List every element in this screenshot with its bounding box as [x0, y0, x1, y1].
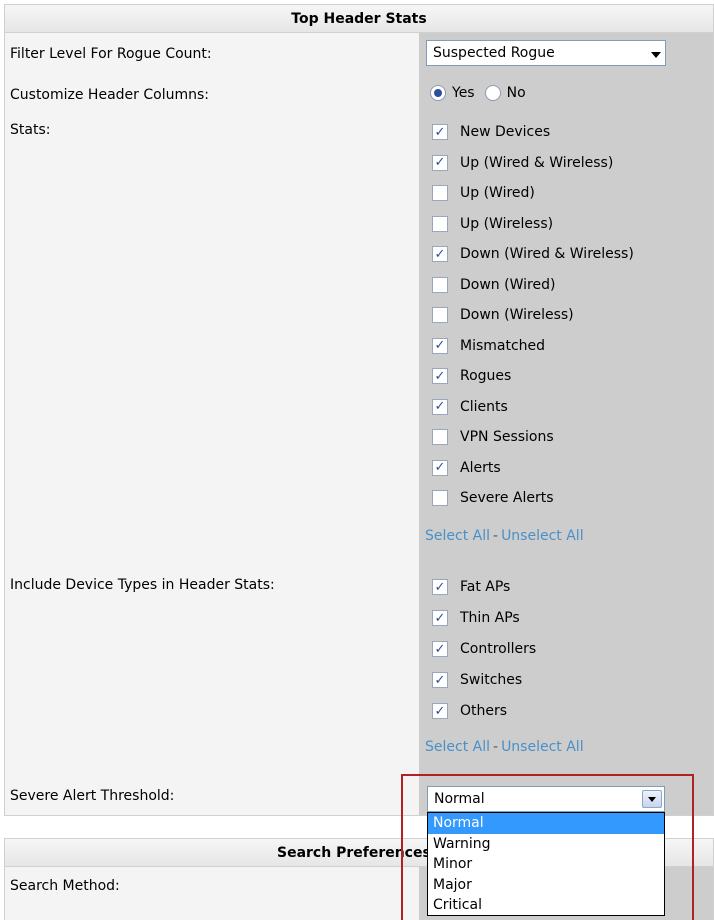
- checkbox[interactable]: ✓: [432, 579, 448, 595]
- dropdown-option[interactable]: Normal: [428, 813, 664, 834]
- checkbox[interactable]: [432, 215, 448, 232]
- select-all-link[interactable]: Select All: [425, 528, 490, 544]
- stat-checkbox-label: New Devices: [460, 124, 551, 140]
- checkbox[interactable]: [432, 185, 448, 201]
- radio-no-label: No: [506, 85, 526, 101]
- device-type-checkbox-row[interactable]: ✓ Others: [432, 701, 507, 721]
- stat-checkbox-label: Severe Alerts: [460, 490, 554, 506]
- stat-checkbox-row[interactable]: ✓ Down (Wired & Wireless): [432, 244, 634, 264]
- device-type-checkbox-label: Thin APs: [460, 610, 520, 626]
- radio-yes-label: Yes: [452, 85, 475, 101]
- checkbox[interactable]: ✓: [432, 337, 448, 354]
- panel-title: Top Header Stats: [5, 5, 713, 33]
- checkbox[interactable]: ✓: [432, 459, 448, 476]
- checkbox[interactable]: ✓: [432, 154, 448, 171]
- checkbox[interactable]: [432, 490, 448, 506]
- stat-checkbox-label: Down (Wireless): [460, 307, 574, 323]
- stat-checkbox-row[interactable]: ✓ New Devices: [432, 122, 550, 142]
- radio-yes[interactable]: [430, 85, 446, 101]
- checkbox[interactable]: ✓: [432, 672, 448, 688]
- device-type-checkbox-label: Controllers: [460, 641, 537, 657]
- search-method-label: Search Method:: [10, 878, 120, 894]
- search-panel-title: Search Preferences: [277, 845, 431, 861]
- threshold-dropdown-list: Normal Warning Minor Major Critical: [427, 812, 665, 916]
- checkbox[interactable]: ✓: [432, 641, 448, 657]
- checkbox[interactable]: [432, 429, 448, 445]
- checkbox[interactable]: ✓: [432, 246, 448, 262]
- stat-checkbox-label: Down (Wired): [460, 276, 556, 293]
- select-all-link[interactable]: Select All: [425, 739, 490, 755]
- stats-select-links: Select All - Unselect All: [425, 528, 584, 544]
- stat-checkbox-label: Down (Wired & Wireless): [460, 246, 634, 262]
- values-column: [419, 33, 713, 815]
- checkbox[interactable]: ✓: [432, 368, 448, 384]
- stat-checkbox-label: Up (Wired): [460, 185, 535, 201]
- dropdown-option[interactable]: Major: [428, 875, 664, 896]
- stat-checkbox-row[interactable]: ✓ Mismatched: [432, 336, 545, 356]
- device-type-checkbox-label: Others: [460, 703, 508, 719]
- stat-checkbox-label: Clients: [460, 398, 508, 415]
- checkbox[interactable]: [432, 307, 448, 323]
- checkbox[interactable]: ✓: [432, 610, 448, 626]
- stats-label: Stats:: [10, 122, 51, 138]
- dropdown-arrow-button[interactable]: [642, 790, 662, 808]
- device-select-links: Select All - Unselect All: [425, 739, 584, 755]
- stat-checkbox-row[interactable]: ✓ Rogues: [432, 366, 511, 386]
- device-type-checkbox-row[interactable]: ✓ Fat APs: [432, 577, 510, 597]
- checkbox[interactable]: ✓: [432, 124, 448, 140]
- stat-checkbox-label: Up (Wireless): [460, 215, 554, 232]
- checkbox[interactable]: [432, 276, 448, 293]
- dropdown-option[interactable]: Warning: [428, 834, 664, 855]
- filter-level-label: Filter Level For Rogue Count:: [10, 46, 212, 62]
- stat-checkbox-label: VPN Sessions: [460, 429, 554, 445]
- checkbox[interactable]: ✓: [432, 398, 448, 415]
- device-type-checkbox-label: Switches: [460, 672, 523, 688]
- threshold-value: Normal: [434, 791, 485, 807]
- rogue-filter-select[interactable]: Suspected Rogue: [426, 40, 666, 66]
- stat-checkbox-label: Alerts: [460, 459, 501, 476]
- device-types-label: Include Device Types in Header Stats:: [10, 577, 275, 593]
- device-type-checkbox-row[interactable]: ✓ Controllers: [432, 639, 536, 659]
- stat-checkbox-label: Up (Wired & Wireless): [460, 154, 614, 171]
- rogue-filter-value: Suspected Rogue: [433, 45, 555, 61]
- stat-checkbox-label: Rogues: [460, 368, 512, 384]
- link-separator: -: [493, 739, 499, 755]
- severe-alert-threshold-label: Severe Alert Threshold:: [10, 788, 175, 804]
- severe-alert-threshold-select[interactable]: Normal: [427, 786, 665, 812]
- stat-checkbox-row[interactable]: Up (Wired): [432, 183, 535, 203]
- customize-columns-radio-group: Yes No: [430, 85, 536, 101]
- stat-checkbox-row[interactable]: ✓ Alerts: [432, 458, 501, 478]
- stat-checkbox-row[interactable]: Down (Wireless): [432, 305, 574, 325]
- link-separator: -: [493, 528, 499, 544]
- stat-checkbox-row[interactable]: ✓ Clients: [432, 397, 508, 417]
- stat-checkbox-row[interactable]: Severe Alerts: [432, 488, 554, 508]
- device-type-checkbox-row[interactable]: ✓ Switches: [432, 670, 522, 690]
- stat-checkbox-row[interactable]: Down (Wired): [432, 275, 555, 295]
- device-type-checkbox-label: Fat APs: [460, 579, 511, 595]
- dropdown-option[interactable]: Critical: [428, 895, 664, 916]
- stat-checkbox-row[interactable]: ✓ Up (Wired & Wireless): [432, 153, 613, 173]
- stat-checkbox-label: Mismatched: [460, 337, 546, 354]
- device-type-checkbox-row[interactable]: ✓ Thin APs: [432, 608, 520, 628]
- top-header-stats-panel: Top Header Stats: [4, 4, 714, 816]
- unselect-all-link[interactable]: Unselect All: [501, 528, 584, 544]
- unselect-all-link[interactable]: Unselect All: [501, 739, 584, 755]
- chevron-down-icon: [651, 52, 661, 58]
- stat-checkbox-row[interactable]: VPN Sessions: [432, 427, 554, 447]
- radio-no[interactable]: [484, 85, 501, 101]
- labels-column: [5, 33, 419, 815]
- checkbox[interactable]: ✓: [432, 703, 448, 719]
- dropdown-option[interactable]: Minor: [428, 854, 664, 875]
- stat-checkbox-row[interactable]: Up (Wireless): [432, 214, 553, 234]
- customize-columns-label: Customize Header Columns:: [10, 87, 209, 103]
